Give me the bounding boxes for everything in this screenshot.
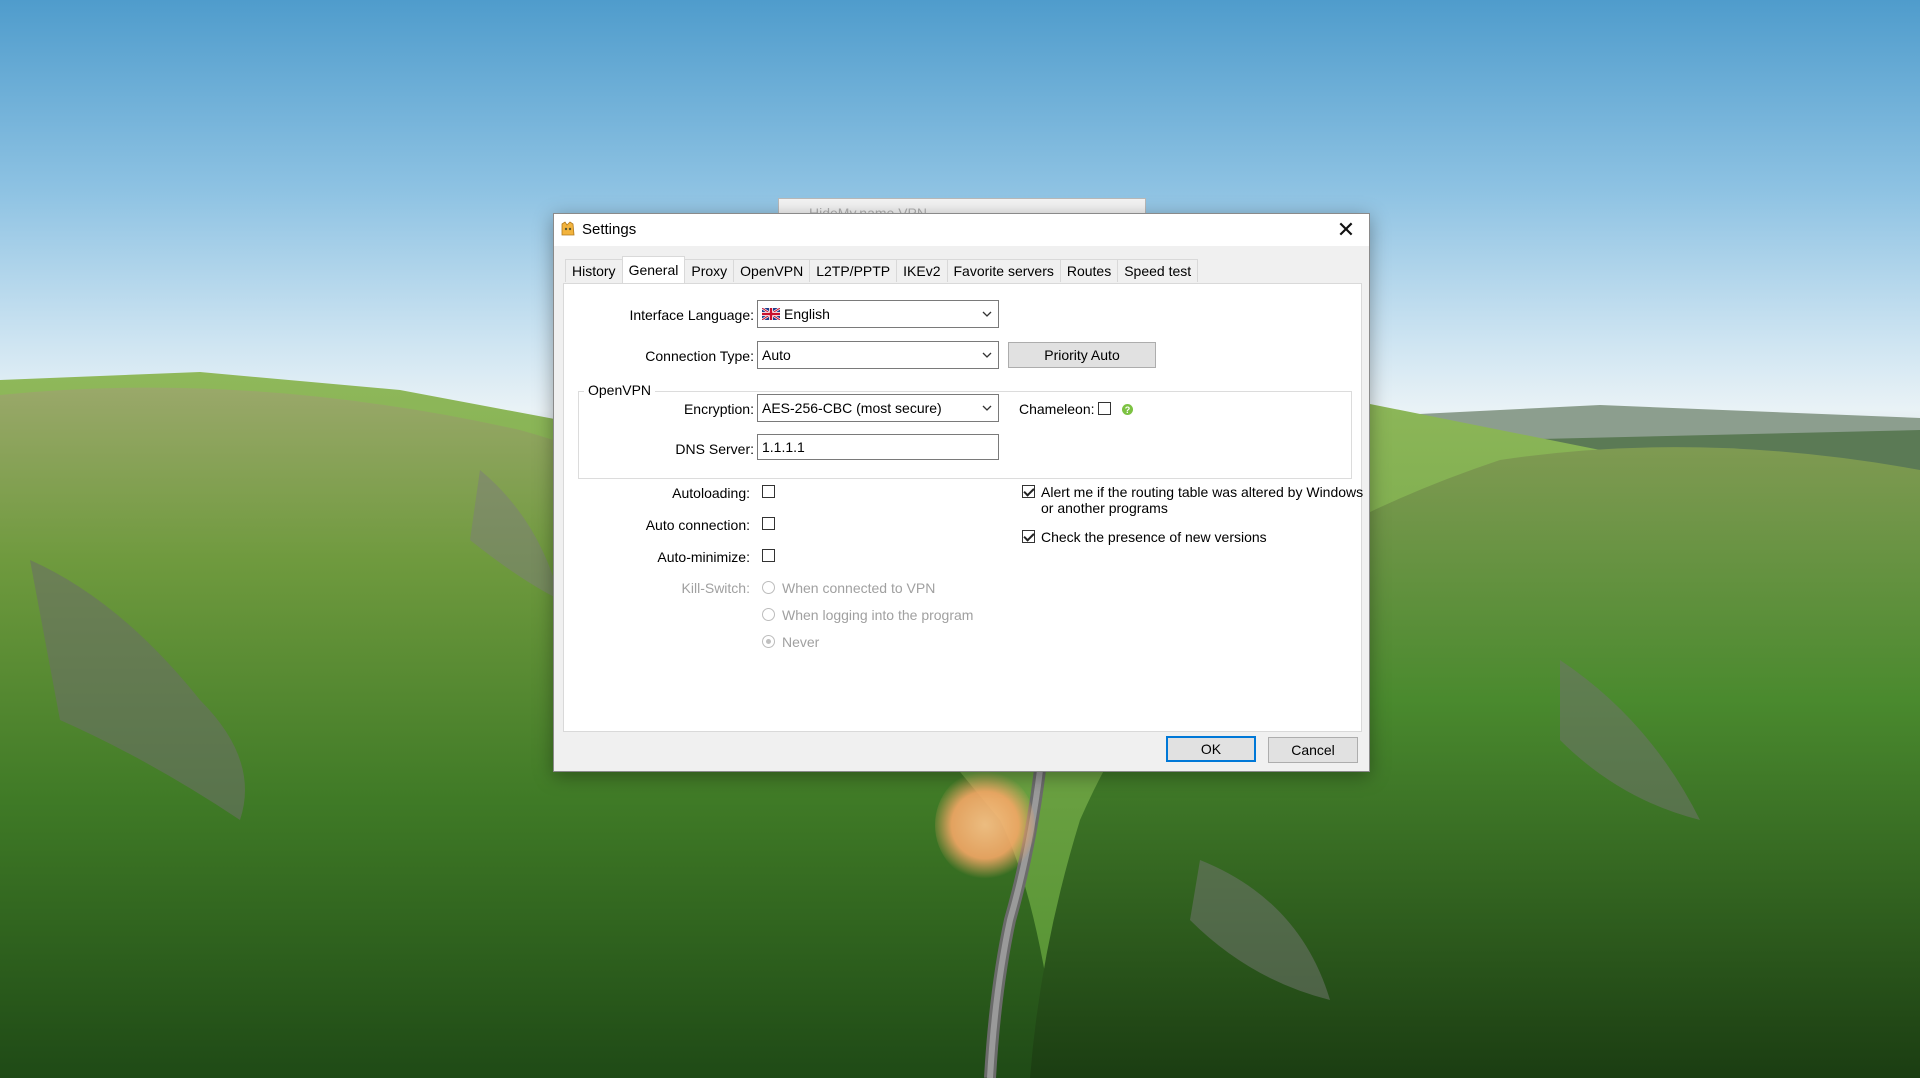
chevron-down-icon bbox=[982, 311, 992, 317]
settings-dialog: Settings ✕ History General Proxy OpenVPN… bbox=[553, 213, 1370, 772]
tab-strip: History General Proxy OpenVPN L2TP/PPTP … bbox=[565, 256, 1199, 283]
chameleon-label: Chameleon: bbox=[1019, 401, 1095, 417]
kill-switch-option-logging: When logging into the program bbox=[782, 607, 974, 623]
autoloading-label: Autoloading: bbox=[672, 485, 750, 501]
auto-connection-checkbox[interactable] bbox=[762, 517, 775, 530]
autoloading-checkbox[interactable] bbox=[762, 485, 775, 498]
auto-minimize-label: Auto-minimize: bbox=[657, 549, 750, 565]
close-icon: ✕ bbox=[1336, 217, 1356, 242]
connection-type-label: Connection Type: bbox=[645, 348, 754, 364]
openvpn-group-title: OpenVPN bbox=[584, 382, 656, 398]
connection-type-value: Auto bbox=[762, 347, 791, 363]
check-versions-checkbox[interactable] bbox=[1022, 530, 1035, 543]
kill-switch-radio-logging[interactable] bbox=[762, 608, 775, 621]
encryption-value: AES-256-CBC (most secure) bbox=[762, 400, 942, 416]
dns-server-input[interactable]: 1.1.1.1 bbox=[757, 434, 999, 460]
help-icon[interactable]: ? bbox=[1122, 404, 1133, 415]
tab-history[interactable]: History bbox=[565, 259, 623, 282]
tab-l2tp-pptp[interactable]: L2TP/PPTP bbox=[809, 259, 898, 282]
encryption-select[interactable]: AES-256-CBC (most secure) bbox=[757, 394, 999, 422]
chevron-down-icon bbox=[982, 405, 992, 411]
app-icon bbox=[561, 221, 575, 236]
kill-switch-option-connected: When connected to VPN bbox=[782, 580, 936, 596]
tab-routes[interactable]: Routes bbox=[1059, 259, 1119, 282]
alert-routing-label-line1: Alert me if the routing table was altere… bbox=[1041, 484, 1364, 500]
connection-type-select[interactable]: Auto bbox=[757, 341, 999, 369]
cancel-button[interactable]: Cancel bbox=[1268, 737, 1358, 763]
ok-button[interactable]: OK bbox=[1166, 736, 1256, 762]
title-bar[interactable]: Settings ✕ bbox=[554, 214, 1369, 246]
tab-favorite-servers[interactable]: Favorite servers bbox=[946, 259, 1061, 282]
tab-openvpn[interactable]: OpenVPN bbox=[733, 259, 811, 282]
alert-routing-label-line2: or another programs bbox=[1041, 500, 1168, 516]
kill-switch-label: Kill-Switch: bbox=[681, 580, 750, 596]
chameleon-checkbox[interactable] bbox=[1098, 402, 1111, 415]
kill-switch-option-never: Never bbox=[782, 634, 820, 650]
close-button[interactable]: ✕ bbox=[1323, 214, 1369, 246]
general-tab-panel: Interface Language: English Connection T… bbox=[563, 283, 1364, 732]
dns-server-label: DNS Server: bbox=[675, 441, 754, 457]
tab-general[interactable]: General bbox=[621, 256, 686, 283]
sun-glare bbox=[935, 770, 1035, 880]
interface-language-label: Interface Language: bbox=[629, 307, 754, 323]
auto-minimize-checkbox[interactable] bbox=[762, 549, 775, 562]
encryption-label: Encryption: bbox=[683, 401, 754, 417]
tab-proxy[interactable]: Proxy bbox=[684, 259, 735, 282]
chevron-down-icon bbox=[982, 352, 992, 358]
priority-auto-button[interactable]: Priority Auto bbox=[1008, 342, 1156, 368]
tab-speed-test[interactable]: Speed test bbox=[1117, 259, 1199, 282]
alert-routing-checkbox[interactable] bbox=[1022, 485, 1035, 498]
tab-ikev2[interactable]: IKEv2 bbox=[896, 259, 948, 282]
interface-language-value: English bbox=[784, 306, 830, 322]
dialog-title: Settings bbox=[582, 221, 637, 238]
interface-language-select[interactable]: English bbox=[757, 300, 999, 328]
auto-connection-label: Auto connection: bbox=[645, 517, 750, 533]
check-versions-label: Check the presence of new versions bbox=[1041, 529, 1267, 545]
kill-switch-radio-never[interactable] bbox=[762, 635, 775, 648]
uk-flag-icon bbox=[762, 308, 780, 320]
kill-switch-radio-connected[interactable] bbox=[762, 581, 775, 594]
